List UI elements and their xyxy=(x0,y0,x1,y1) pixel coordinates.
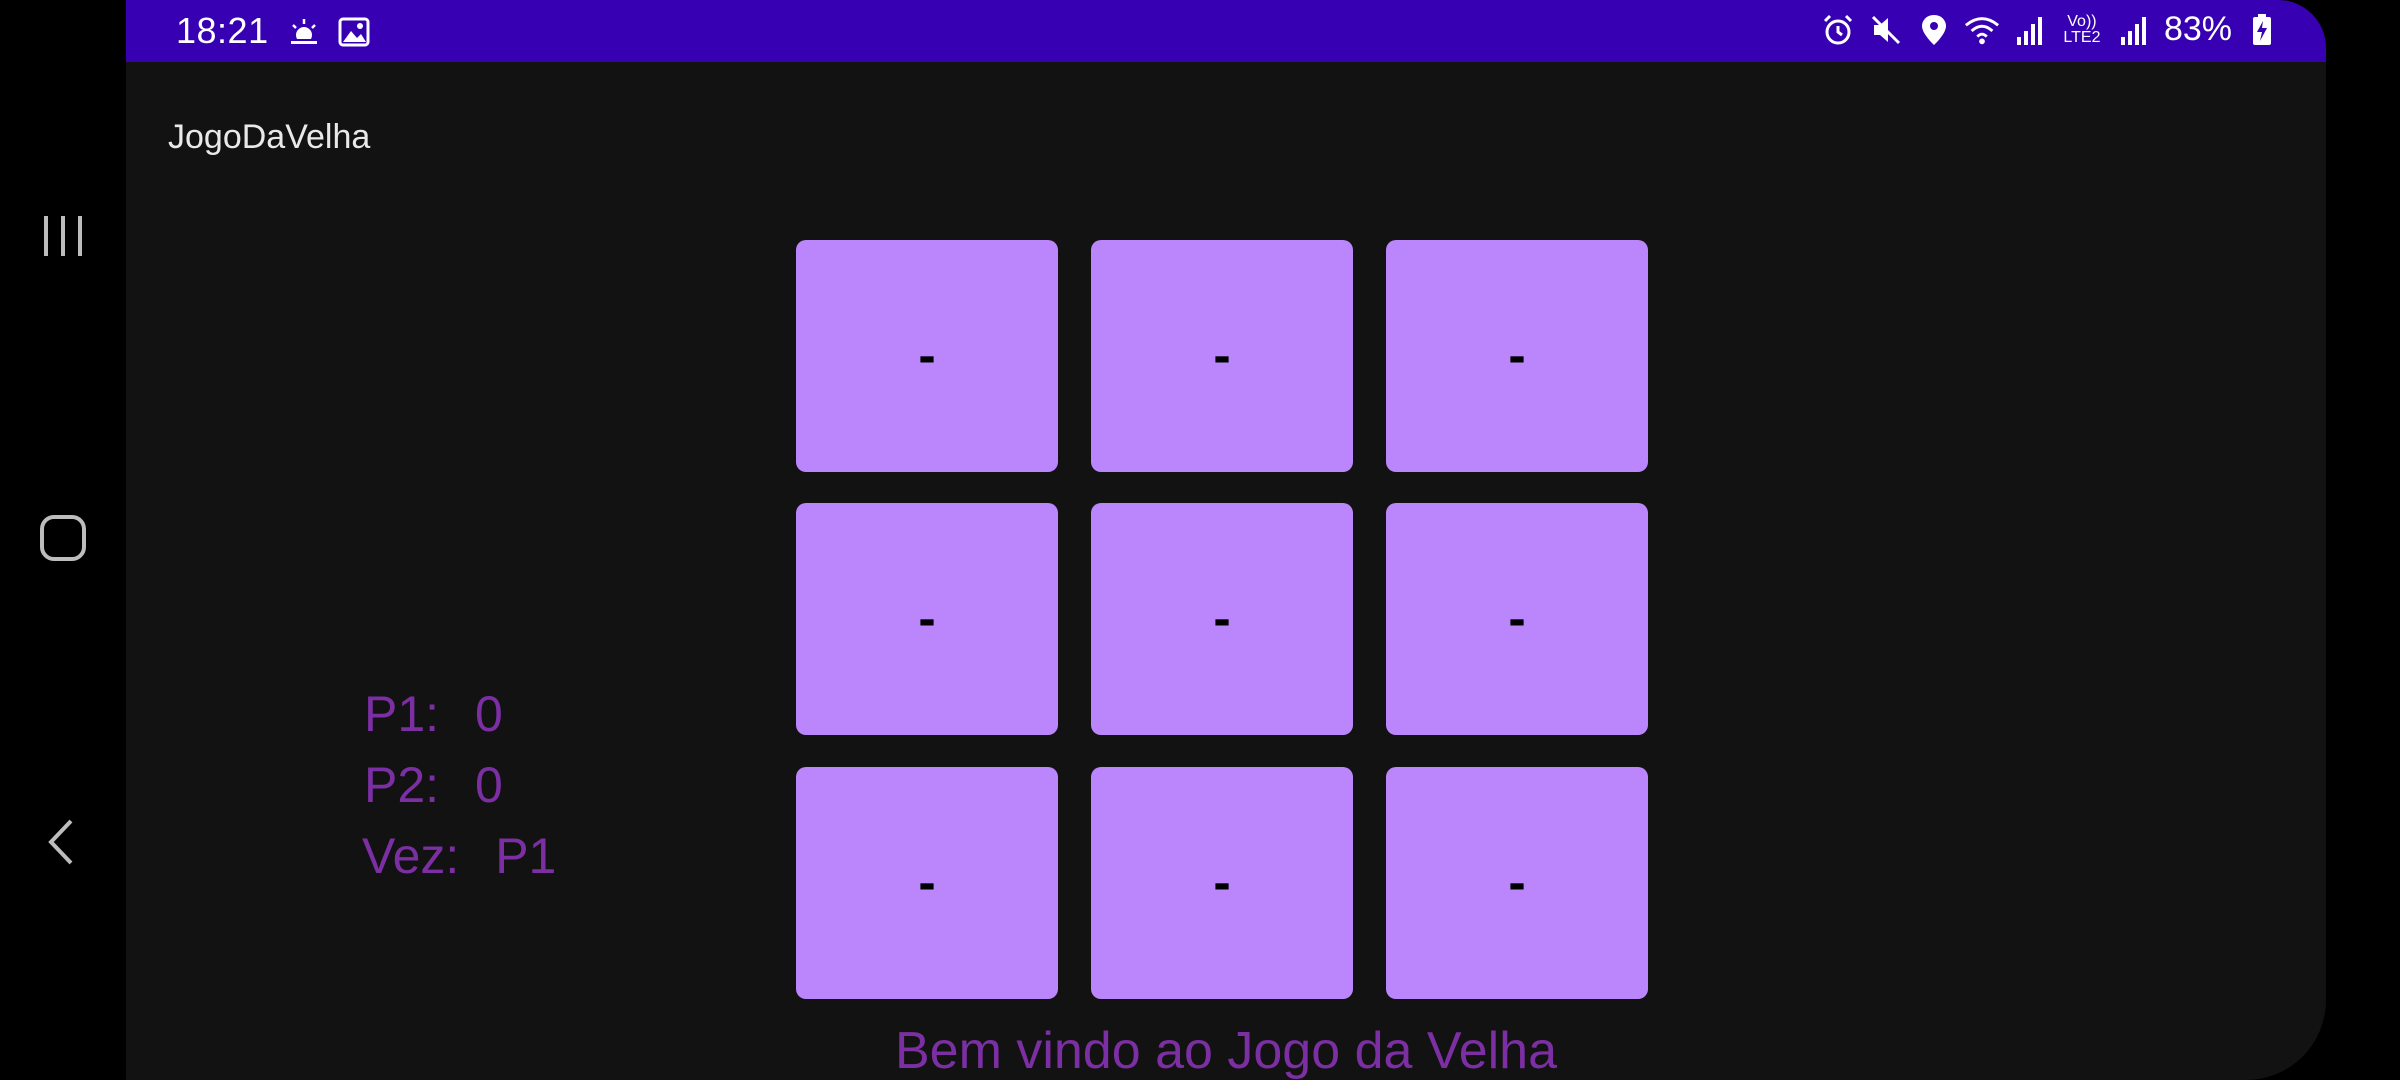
home-button[interactable] xyxy=(33,508,93,568)
system-navigation-bar xyxy=(0,0,126,1080)
turn-label: Vez: xyxy=(362,828,460,884)
battery-percent: 83% xyxy=(2163,10,2232,48)
cell-label: - xyxy=(1213,327,1231,385)
recents-icon xyxy=(44,216,82,256)
signal-icon xyxy=(2012,12,2048,48)
weather-icon xyxy=(286,14,322,50)
status-bar: 18:21 Vo)) LTE2 83% xyxy=(126,0,2326,62)
cell-label: - xyxy=(918,854,936,912)
location-icon xyxy=(1916,12,1952,48)
mute-icon xyxy=(1868,12,1904,48)
welcome-message: Bem vindo ao Jogo da Velha xyxy=(894,1022,1558,1080)
status-time: 18:21 xyxy=(176,10,269,51)
turn-value: P1 xyxy=(495,828,557,884)
cell-label: - xyxy=(1213,590,1231,648)
cell-label: - xyxy=(918,327,936,385)
cell-label: - xyxy=(918,590,936,648)
signal-icon xyxy=(2116,12,2152,48)
tic-tac-toe-board: - - - - - - - - - xyxy=(796,240,1651,1000)
p2-score: 0 xyxy=(474,757,503,813)
score-p1: P1: 0 xyxy=(364,685,503,743)
volte-label: Vo)) LTE2 xyxy=(2063,12,2101,46)
back-icon xyxy=(48,819,73,865)
app-screen: 18:21 Vo)) LTE2 83% JogoDaVelha - - - - … xyxy=(126,0,2326,1080)
p1-score: 0 xyxy=(474,686,503,742)
recents-button[interactable] xyxy=(33,206,93,266)
cell-button[interactable]: - xyxy=(1386,503,1648,735)
back-button[interactable] xyxy=(33,812,93,872)
cell-button[interactable]: - xyxy=(1091,767,1353,999)
cell-label: - xyxy=(1508,854,1526,912)
cell-button[interactable]: - xyxy=(1386,240,1648,472)
image-icon xyxy=(336,14,372,50)
home-icon xyxy=(40,515,86,561)
wifi-icon xyxy=(1964,12,2000,48)
app-title: JogoDaVelha xyxy=(168,118,371,156)
alarm-icon xyxy=(1820,12,1856,48)
cell-button[interactable]: - xyxy=(796,767,1058,999)
cell-button[interactable]: - xyxy=(1386,767,1648,999)
cell-label: - xyxy=(1508,327,1526,385)
cell-button[interactable]: - xyxy=(796,503,1058,735)
cell-label: - xyxy=(1508,590,1526,648)
cell-button[interactable]: - xyxy=(796,240,1058,472)
turn-indicator: Vez: P1 xyxy=(362,827,556,885)
score-p2: P2: 0 xyxy=(364,756,503,814)
battery-icon xyxy=(2244,12,2280,48)
cell-button[interactable]: - xyxy=(1091,240,1353,472)
p1-label: P1: xyxy=(364,686,440,742)
cell-label: - xyxy=(1213,854,1231,912)
cell-button[interactable]: - xyxy=(1091,503,1353,735)
p2-label: P2: xyxy=(364,757,440,813)
